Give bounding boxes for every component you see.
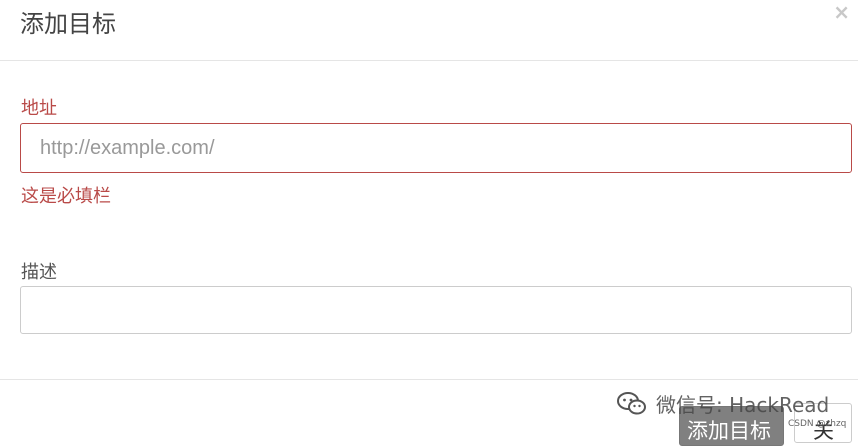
description-input[interactable] [20, 286, 852, 334]
dialog-title: 添加目标 [20, 10, 116, 38]
url-input[interactable] [20, 123, 852, 173]
dialog-header: 添加目标 × [0, 0, 858, 61]
close-button[interactable]: 关 [794, 403, 852, 443]
description-label: 描述 [21, 262, 57, 283]
url-label: 地址 [21, 98, 57, 119]
close-icon[interactable]: × [833, 2, 850, 22]
url-error-message: 这是必填栏 [21, 186, 111, 207]
add-target-button[interactable]: 添加目标 [679, 406, 784, 446]
